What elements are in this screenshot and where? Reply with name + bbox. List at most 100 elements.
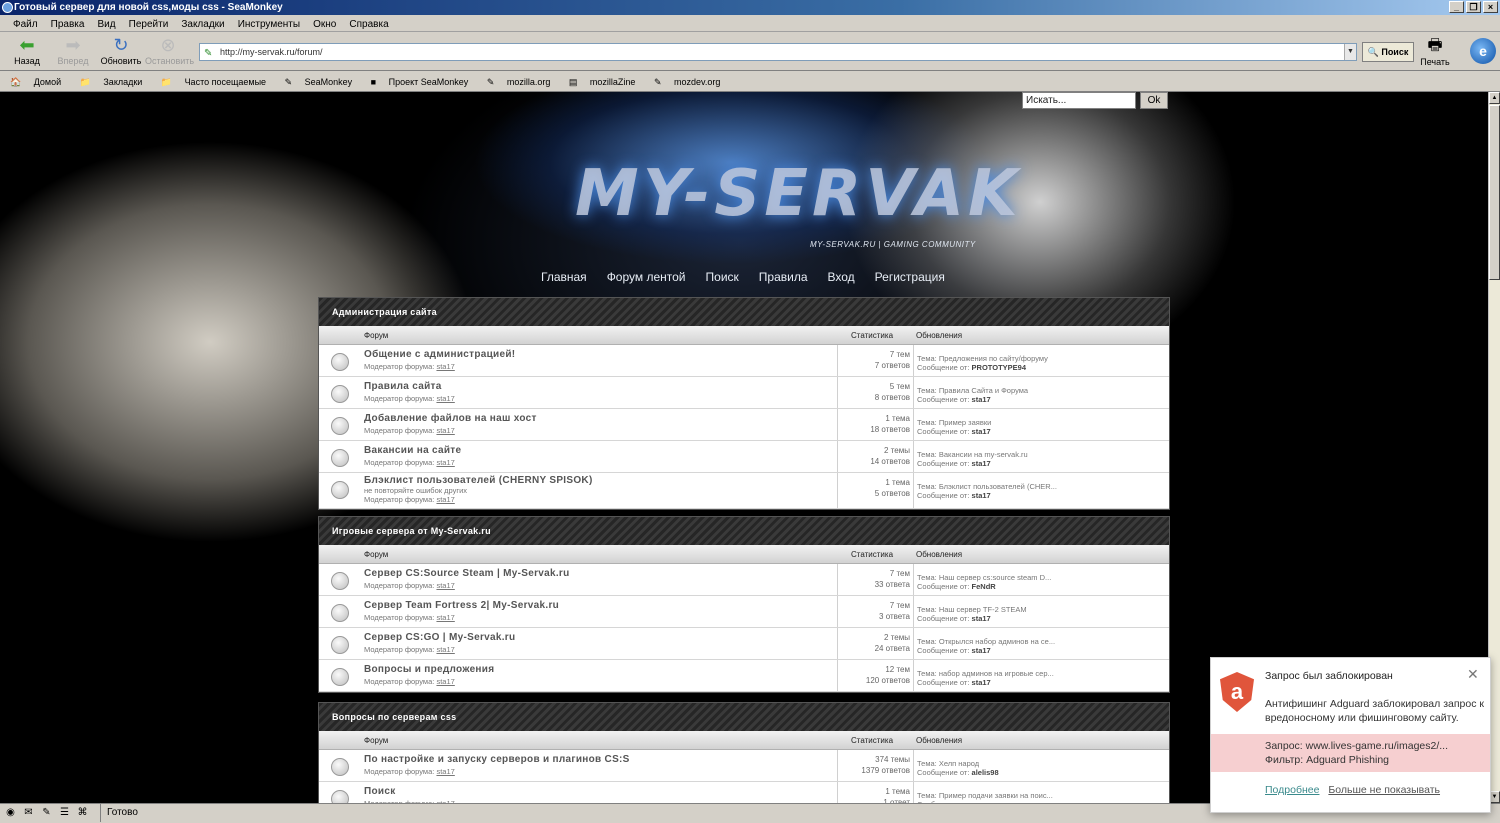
last-author-link[interactable]: sta17 [972,491,991,500]
scrollbar-thumb[interactable] [1489,105,1500,280]
category-title[interactable]: Игровые сервера от My-Servak.ru [319,517,1169,545]
forum-title-link[interactable]: Добавление файлов на наш хост [364,413,537,424]
printer-icon: 🖶 [1427,37,1443,54]
forum-stats: 2 темы 14 ответов [837,441,914,472]
forum-title-link[interactable]: Поиск [364,786,396,797]
last-topic-link[interactable]: Тема: набор админов на игровые сер... [917,669,1054,678]
bookmark-bookmarks[interactable]: 📁 Закладки [80,73,151,92]
site-logo[interactable]: MY-SERVAK [575,157,1022,231]
menu-help[interactable]: Справка [344,17,393,33]
forum-title-link[interactable]: Сервер CS:GO | My-Servak.ru [364,632,515,643]
nav-register[interactable]: Регистрация [875,270,945,284]
category-title[interactable]: Вопросы по серверам css [319,703,1169,731]
last-author-link[interactable]: PROTOTYPE94 [972,363,1026,372]
column-headers: Форум Статистика Обновления [319,326,1169,345]
bookmark-mozilla[interactable]: ✎ mozilla.org [487,73,559,92]
moderator-link[interactable]: sta17 [436,426,454,435]
menu-go[interactable]: Перейти [124,17,174,33]
bookmark-mozdev[interactable]: ✎ mozdev.org [654,73,728,92]
nav-search[interactable]: Поиск [706,270,739,284]
moderator-link[interactable]: sta17 [436,362,454,371]
nav-login[interactable]: Вход [828,270,855,284]
last-author-link[interactable]: sta17 [972,459,991,468]
last-topic-link[interactable]: Тема: Хелп народ [917,759,979,768]
url-bar[interactable]: ✎ http://my-servak.ru/forum/ ▼ [199,43,1357,61]
back-button[interactable]: ⬅ Назад [4,35,50,66]
last-topic-link[interactable]: Тема: Наш сервер TF-2 STEAM [917,605,1027,614]
nav-rules[interactable]: Правила [759,270,808,284]
moderator-link[interactable]: sta17 [436,495,454,504]
last-author-link[interactable]: alelis98 [972,768,999,777]
last-topic-link[interactable]: Тема: Правила Сайта и Форума [917,386,1028,395]
reply-count: 3 ответа [879,612,910,621]
restore-button[interactable]: ❐ [1466,1,1481,13]
adguard-notification: a Запрос был заблокирован ✕ Антифишинг A… [1210,657,1491,813]
moderator-link[interactable]: sta17 [436,394,454,403]
bookmark-mozilla-label: mozilla.org [506,77,551,87]
last-topic-link[interactable]: Тема: Предложения по сайту/форуму [917,354,1048,363]
forum-title-link[interactable]: Вакансии на сайте [364,445,461,456]
forum-title-link[interactable]: Правила сайта [364,381,442,392]
forward-button[interactable]: ➡ Вперед [50,35,96,66]
last-topic-link[interactable]: Тема: Блэклист пользователей (CHER... [917,482,1057,491]
last-author-link[interactable]: sta17 [972,395,991,404]
topic-count: 12 тем [885,665,910,674]
forum-title-link[interactable]: Блэклист пользователей (CHERNY SPISOK) [364,475,593,486]
last-author-link[interactable]: FeNdR [972,582,996,591]
print-button[interactable]: 🖶 Печать [1418,35,1452,67]
stop-button[interactable]: ⊗ Остановить [145,35,194,66]
menu-view[interactable]: Вид [93,17,121,33]
last-topic-link[interactable]: Тема: Пример заявки [917,418,991,427]
last-author-link[interactable]: sta17 [972,614,991,623]
bookmark-most-visited[interactable]: 📁 Часто посещаемые [161,73,274,92]
bookmark-mozillazine[interactable]: ▤ mozillaZine [569,73,644,92]
more-info-link[interactable]: Подробнее [1265,784,1319,796]
menu-window[interactable]: Окно [308,17,341,33]
moderator-link[interactable]: sta17 [436,613,454,622]
menu-edit[interactable]: Правка [46,17,90,33]
last-topic-link[interactable]: Тема: Открылся набор админов на се... [917,637,1055,646]
moderator-link[interactable]: sta17 [436,677,454,686]
moderator-link[interactable]: sta17 [436,645,454,654]
forum-title-link[interactable]: Сервер Team Fortress 2| My-Servak.ru [364,600,559,611]
site-search-button[interactable]: Ok [1140,92,1168,109]
category-title[interactable]: Администрация сайта [319,298,1169,326]
minimize-button[interactable]: _ [1449,1,1464,13]
forum-title-link[interactable]: По настройке и запуску серверов и плагин… [364,754,630,765]
bookmark-seamonkey[interactable]: ✎ SeaMonkey [285,73,361,92]
last-topic-link[interactable]: Тема: Вакансии на my-servak.ru [917,450,1028,459]
moderator-link[interactable]: sta17 [436,767,454,776]
menu-file[interactable]: Файл [8,17,43,33]
moderator-link[interactable]: sta17 [436,458,454,467]
last-author-link[interactable]: sta17 [972,646,991,655]
forum-title-link[interactable]: Вопросы и предложения [364,664,494,675]
menu-tools[interactable]: Инструменты [233,17,305,33]
nav-forum-feed[interactable]: Форум лентой [607,270,686,284]
site-search-input[interactable]: Искать... [1022,92,1136,109]
reply-count: 7 ответов [874,361,910,370]
forum-title-link[interactable]: Сервер CS:Source Steam | My-Servak.ru [364,568,570,579]
last-topic-link[interactable]: Тема: Пример подачи заявки на поис... [917,791,1053,800]
notification-close-icon[interactable]: ✕ [1467,666,1479,683]
mail-icon[interactable]: ✉ [22,806,35,819]
scroll-up-icon[interactable]: ▲ [1489,92,1500,104]
last-topic-link[interactable]: Тема: Наш сервер cs:source steam D... [917,573,1051,582]
forum-title-link[interactable]: Общение с администрацией! [364,349,515,360]
moderator-link[interactable]: sta17 [436,581,454,590]
url-dropdown-icon[interactable]: ▼ [1344,44,1356,60]
last-author-link[interactable]: sta17 [972,427,991,436]
forum-status-icon [331,449,349,467]
composer-icon[interactable]: ✎ [40,806,53,819]
dont-show-again-link[interactable]: Больше не показывать [1328,784,1440,796]
bookmark-home[interactable]: 🏠 Домой [10,73,69,92]
navigator-icon[interactable]: ◉ [4,806,17,819]
last-author-link[interactable]: sta17 [972,678,991,687]
bookmark-seamonkey-project[interactable]: ■ Проект SeaMonkey [371,73,477,92]
addressbook-icon[interactable]: ☰ [58,806,71,819]
nav-home[interactable]: Главная [541,270,587,284]
close-button[interactable]: × [1483,1,1498,13]
reload-button[interactable]: ↻ Обновить [98,35,144,66]
irc-chat-icon[interactable]: ⌘ [76,806,89,819]
toolbar-search-button[interactable]: 🔍 Поиск [1362,42,1414,62]
menu-bookmarks[interactable]: Закладки [176,17,229,33]
